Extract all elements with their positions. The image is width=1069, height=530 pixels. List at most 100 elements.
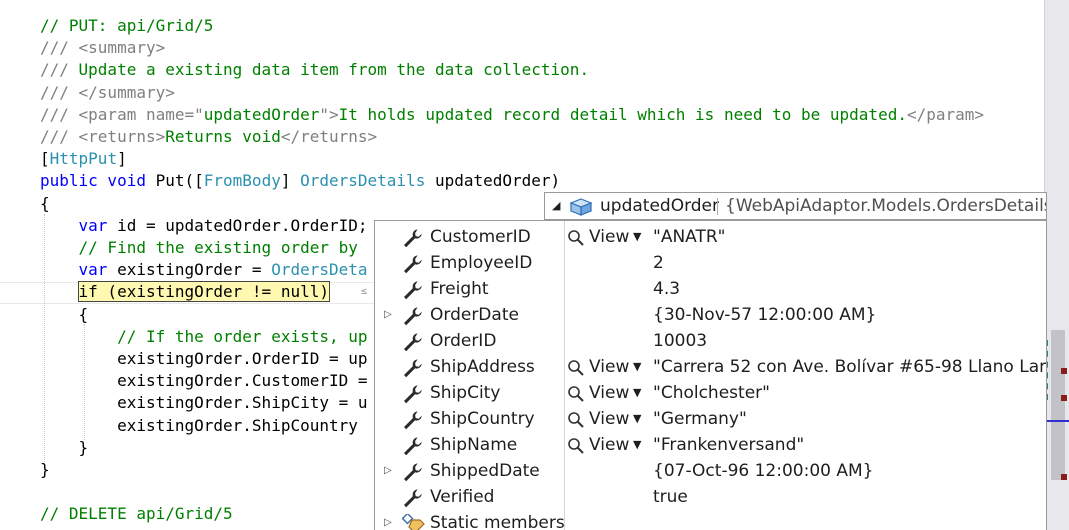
code-line[interactable]: } [40,437,89,459]
expand-arrow-icon[interactable]: ▷ [384,458,392,484]
code-token: existingOrder = [107,260,272,280]
member-value[interactable]: 4.3 [653,276,680,302]
code-token: var [78,260,108,280]
code-token: OrdersDetails [300,171,426,191]
datatip-row[interactable]: EmployeeID 2 [375,250,1046,276]
code-token: // DELETE api/Grid/5 [40,504,233,524]
breakpoint-marker [1061,474,1067,480]
header-divider [717,198,718,215]
datatip-variable-name[interactable]: updatedOrder [600,193,719,219]
code-token: ] [280,171,301,191]
datatip-header[interactable]: ◢ updatedOrder {WebApiAdaptor.Models.Ord… [544,192,1047,220]
expand-arrow-icon[interactable]: ▷ [384,302,392,328]
view-label: View [589,383,630,403]
code-token: // Find the existing order by [78,238,358,257]
member-value[interactable]: "Germany" [653,406,747,432]
member-value[interactable]: "Carrera 52 con Ave. Bolívar #65-98 Llan… [653,354,1046,380]
member-value[interactable]: "Frankenversand" [653,432,804,458]
code-line[interactable]: existingOrder.ShipCity = u [40,392,367,414]
code-line[interactable]: var existingOrder = OrdersDeta [40,259,368,281]
breakpoint-marker [1061,368,1067,374]
code-line[interactable]: existingOrder.ShipCountry [40,415,358,437]
view-dropdown-icon[interactable]: ▼ [633,406,641,432]
datatip-row[interactable]: ShipCountry View ▼ "Germany" [375,406,1046,432]
view-label: View [589,357,630,377]
code-token: /// </summary> [40,82,175,102]
expand-arrow-icon[interactable]: ▷ [384,510,392,530]
code-token: var [78,215,108,235]
view-label: View [589,435,630,455]
datatip-row[interactable]: ShipAddress View ▼ "Carrera 52 con Ave. Bo… [375,354,1046,380]
code-line[interactable]: var id = updatedOrder.OrderID; [40,215,368,237]
member-value[interactable]: {07-Oct-96 12:00:00 AM} [653,458,874,484]
member-value[interactable]: "Cholchester" [653,380,770,406]
code-token: ] [117,149,127,169]
member-value[interactable]: 10003 [653,328,707,354]
code-token: Put([ [155,171,204,191]
code-line[interactable]: { [40,304,89,326]
member-value[interactable]: true [653,484,688,510]
datatip-row[interactable]: ShipCity View ▼ "Cholchester" [375,380,1046,406]
datatip-row[interactable]: ▷ OrderDate {30-Nov-57 12:00:00 AM} [375,302,1046,328]
vertical-scrollbar[interactable] [1044,0,1069,530]
member-name: ShipCountry [430,409,535,429]
code-token: if (existingOrder != null) [77,281,330,303]
member-name: ShipName [430,435,518,455]
view-dropdown-icon[interactable]: ▼ [633,354,641,380]
datatip-row[interactable]: ▷ ShippedDate {07-Oct-96 12:00:00 AM} [375,458,1046,484]
code-line[interactable]: existingOrder.OrderID = up [40,348,368,370]
datatip-row[interactable]: ▷ Static members [375,510,1046,530]
member-value[interactable]: 2 [653,250,664,276]
code-token: </returns> [280,127,378,146]
code-token: public void [40,171,156,191]
collapse-arrow-icon[interactable]: ◢ [552,193,560,219]
member-value[interactable]: {30-Nov-57 12:00:00 AM} [653,302,876,328]
code-token: OrdersDeta [271,260,368,280]
code-line[interactable]: // Find the existing order by [40,237,358,259]
scrollbar-thumb[interactable] [1051,330,1065,480]
code-line[interactable]: // DELETE api/Grid/5 [40,503,233,525]
view-label: View [589,409,630,429]
code-line[interactable]: } [40,459,50,481]
code-token: existingOrder.OrderID = up [40,349,368,368]
code-token: Update a existing data item from the dat… [78,60,590,80]
view-dropdown-icon[interactable]: ▼ [633,432,641,458]
member-name: Static members [430,513,565,530]
code-line[interactable]: /// <summary> [40,37,165,59]
code-line[interactable]: [HttpPut] [40,148,127,170]
datatip-row[interactable]: Freight 4.3 [375,276,1046,302]
code-line[interactable]: // If the order exists, up [40,326,367,348]
code-line[interactable]: /// </summary> [40,82,175,104]
member-value[interactable]: "ANATR" [653,224,726,250]
datatip-members[interactable]: CustomerID View ▼ "ANATR" EmployeeID 2 Frei… [374,220,1047,530]
elapsed-time-hint: ≤ [361,286,368,297]
code-line[interactable]: existingOrder.CustomerID = [40,370,367,392]
code-line[interactable]: // PUT: api/Grid/5 [40,15,213,37]
code-token: existingOrder.ShipCountry [40,415,358,435]
view-dropdown-icon[interactable]: ▼ [633,380,641,406]
datatip-row[interactable]: CustomerID View ▼ "ANATR" [375,224,1046,250]
code-token: It holds updated record detail which is … [338,104,907,124]
code-line[interactable]: /// Update a existing data item from the… [40,59,589,81]
code-line[interactable]: { [40,193,50,215]
code-line[interactable]: /// <returns>Returns void</returns> [40,126,377,148]
code-token: { [40,304,89,324]
member-name: Freight [430,279,489,299]
code-line[interactable]: public void Put([FromBody] OrdersDetails… [40,170,560,192]
datatip-row[interactable]: Verified true [375,484,1046,510]
view-dropdown-icon[interactable]: ▼ [633,224,641,250]
code-token: HttpPut [49,149,118,169]
datatip-row[interactable]: ShipName View ▼ "Frankenversand" [375,432,1046,458]
code-line[interactable]: if (existingOrder != null) [40,281,330,303]
code-token: FromBody [203,171,281,191]
view-label: View [589,227,630,247]
datatip-row[interactable]: OrderID 10003 [375,328,1046,354]
member-name: ShipCity [430,383,501,403]
code-line[interactable]: /// <param name="updatedOrder">It holds … [40,104,984,126]
code-token: /// <summary> [40,38,166,58]
code-token: } [40,437,89,457]
object-cube-icon [569,198,593,219]
